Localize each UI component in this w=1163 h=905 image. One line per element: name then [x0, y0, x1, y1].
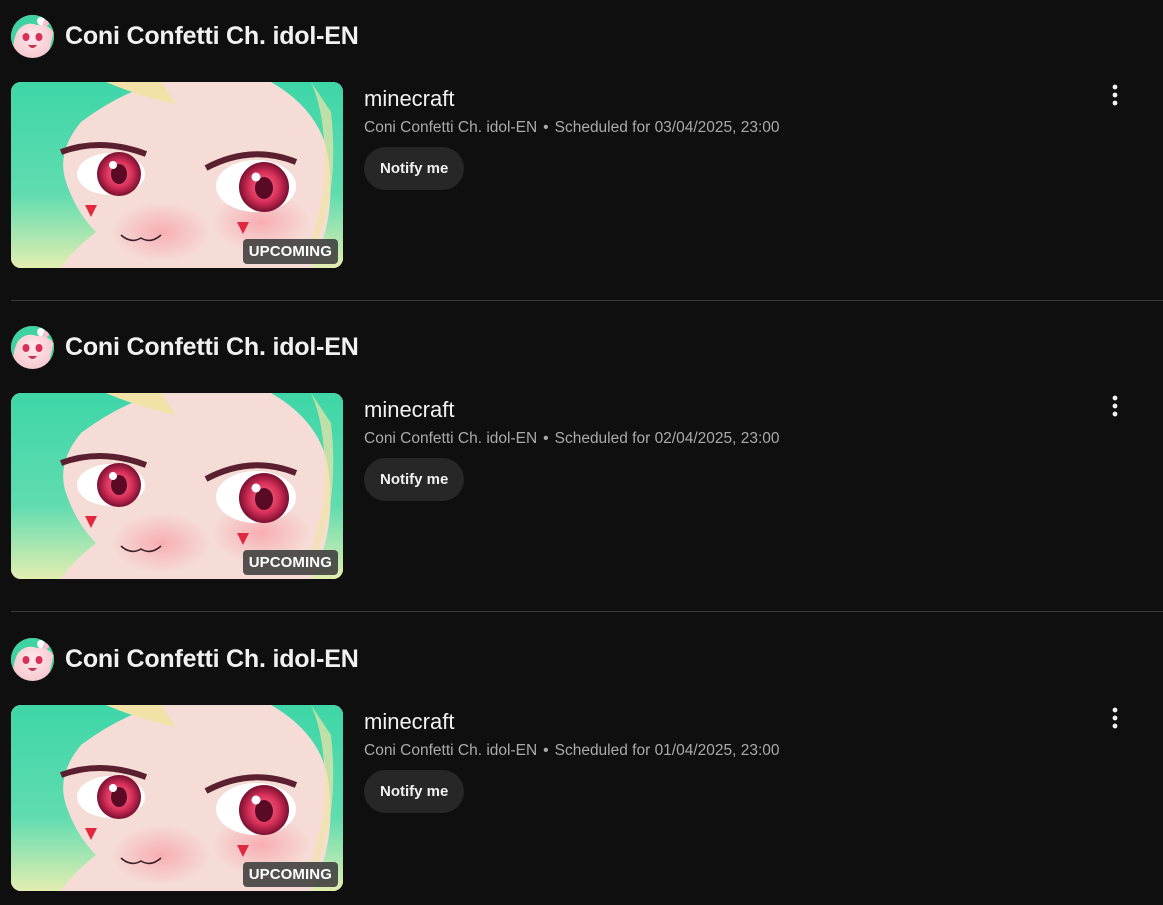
upcoming-badge: UPCOMING [242, 239, 338, 264]
meta-channel-name[interactable]: Coni Confetti Ch. idol-EN [364, 430, 537, 448]
section-divider [11, 611, 1163, 612]
channel-avatar[interactable] [11, 14, 54, 58]
video-thumbnail[interactable]: UPCOMING [11, 82, 343, 268]
meta-separator: • [543, 430, 549, 447]
channel-header[interactable]: Coni Confetti Ch. idol-EN [11, 325, 359, 369]
notify-me-button[interactable]: Notify me [364, 147, 465, 190]
notify-me-button[interactable]: Notify me [364, 770, 465, 813]
meta-separator: • [543, 742, 549, 759]
video-title[interactable]: minecraft [364, 709, 454, 735]
upcoming-badge: UPCOMING [242, 550, 338, 575]
feed-section: Coni Confetti Ch. idol-EN UPCOMING minec… [0, 623, 1163, 905]
video-thumbnail[interactable]: UPCOMING [11, 705, 343, 891]
section-divider [11, 300, 1163, 301]
upcoming-badge: UPCOMING [242, 862, 338, 887]
channel-name[interactable]: Coni Confetti Ch. idol-EN [65, 333, 359, 362]
more-actions-button[interactable] [1100, 391, 1130, 421]
video-title[interactable]: minecraft [364, 397, 454, 423]
more-vert-icon [1112, 395, 1118, 417]
meta-channel-name[interactable]: Coni Confetti Ch. idol-EN [364, 119, 537, 137]
subscription-feed: Coni Confetti Ch. idol-EN UPCOMING minec… [0, 0, 1163, 905]
feed-section: Coni Confetti Ch. idol-EN UPCOMING minec… [0, 0, 1163, 311]
more-actions-button[interactable] [1100, 703, 1130, 733]
channel-header[interactable]: Coni Confetti Ch. idol-EN [11, 14, 359, 58]
video-meta: Coni Confetti Ch. idol-EN • Scheduled fo… [364, 119, 780, 137]
channel-avatar[interactable] [11, 325, 54, 369]
meta-separator: • [543, 119, 549, 136]
more-actions-button[interactable] [1100, 80, 1130, 110]
meta-channel-name[interactable]: Coni Confetti Ch. idol-EN [364, 742, 537, 760]
notify-me-button[interactable]: Notify me [364, 458, 465, 501]
scheduled-time: Scheduled for 01/04/2025, 23:00 [554, 742, 780, 759]
channel-name[interactable]: Coni Confetti Ch. idol-EN [65, 22, 359, 51]
scheduled-time: Scheduled for 03/04/2025, 23:00 [554, 119, 780, 136]
feed-section: Coni Confetti Ch. idol-EN UPCOMING minec… [0, 311, 1163, 622]
video-meta: Coni Confetti Ch. idol-EN • Scheduled fo… [364, 430, 780, 448]
scheduled-time: Scheduled for 02/04/2025, 23:00 [554, 430, 780, 447]
channel-avatar[interactable] [11, 637, 54, 681]
more-vert-icon [1112, 707, 1118, 729]
more-vert-icon [1112, 84, 1118, 106]
channel-header[interactable]: Coni Confetti Ch. idol-EN [11, 637, 359, 681]
video-thumbnail[interactable]: UPCOMING [11, 393, 343, 579]
video-meta: Coni Confetti Ch. idol-EN • Scheduled fo… [364, 742, 780, 760]
channel-name[interactable]: Coni Confetti Ch. idol-EN [65, 645, 359, 674]
video-title[interactable]: minecraft [364, 86, 454, 112]
